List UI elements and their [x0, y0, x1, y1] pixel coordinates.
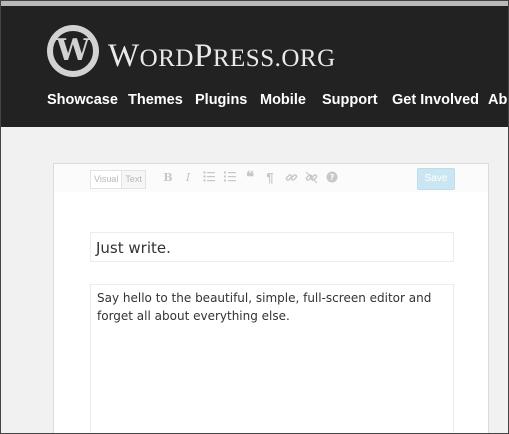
- logo-letter: W: [56, 33, 90, 68]
- browser-viewport: W WORDPRESS.ORG Showcase Themes Plugins …: [0, 0, 509, 434]
- paragraph-icon[interactable]: ¶: [263, 171, 277, 185]
- site-header: W WORDPRESS.ORG Showcase Themes Plugins …: [1, 6, 508, 127]
- help-icon[interactable]: ?: [325, 171, 339, 185]
- post-content-text: Say hello to the beautiful, simple, full…: [97, 291, 432, 323]
- post-content-editor[interactable]: Say hello to the beautiful, simple, full…: [90, 284, 454, 433]
- editor-panel: Visual Text B I ❝ ¶ ? Save Just write. S…: [53, 163, 489, 433]
- tab-visual[interactable]: Visual: [91, 171, 122, 188]
- bold-icon[interactable]: B: [161, 171, 175, 185]
- numbered-list-icon[interactable]: [223, 171, 237, 185]
- nav-item-showcase[interactable]: Showcase: [47, 89, 118, 111]
- nav-item-get-involved[interactable]: Get Involved: [392, 89, 479, 111]
- post-title-text: Just write.: [96, 239, 171, 257]
- logo-inner: W: [51, 29, 95, 73]
- italic-icon[interactable]: I: [181, 171, 195, 185]
- svg-text:?: ?: [330, 173, 335, 182]
- editor-mode-tabs: Visual Text: [90, 170, 146, 189]
- blockquote-icon[interactable]: ❝: [243, 170, 257, 185]
- tab-text[interactable]: Text: [121, 171, 145, 188]
- site-wordmark[interactable]: WORDPRESS.ORG: [108, 36, 336, 79]
- editor-toolbar: Visual Text B I ❝ ¶ ? Save: [54, 164, 488, 192]
- post-title-input[interactable]: Just write.: [90, 232, 454, 262]
- nav-item-themes[interactable]: Themes: [128, 89, 183, 111]
- nav-item-mobile[interactable]: Mobile: [260, 89, 306, 111]
- nav-item-support[interactable]: Support: [322, 89, 378, 111]
- wordpress-logo-icon[interactable]: W: [47, 25, 99, 77]
- main-nav: Showcase Themes Plugins Mobile Support G…: [1, 89, 508, 111]
- link-icon[interactable]: [284, 171, 298, 185]
- bullet-list-icon[interactable]: [202, 171, 216, 185]
- nav-item-plugins[interactable]: Plugins: [195, 89, 247, 111]
- unlink-icon[interactable]: [304, 171, 318, 185]
- save-button[interactable]: Save: [417, 168, 455, 190]
- nav-item-about[interactable]: About: [488, 89, 508, 111]
